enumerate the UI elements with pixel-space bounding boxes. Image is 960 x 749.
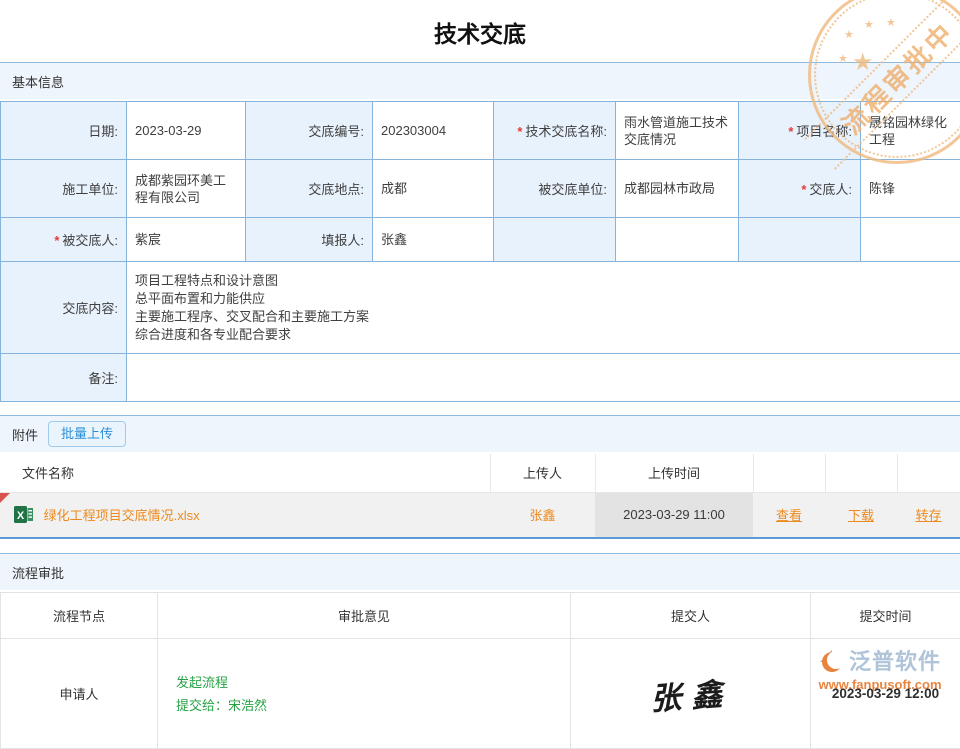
location-value-cell: 成都: [373, 160, 494, 218]
approval-section-title: 流程审批: [12, 563, 64, 582]
batch-upload-button[interactable]: 批量上传: [48, 421, 126, 447]
project-value-cell: 晟铭园林绿化工程: [861, 102, 960, 160]
info-row-2: 施工单位: 成都紫园环美工程有限公司 交底地点: 成都 被交底单位: 成都园林市…: [1, 160, 960, 218]
discloser-value-cell: 陈锋: [861, 160, 960, 218]
download-link[interactable]: 下载: [848, 508, 874, 523]
view-link[interactable]: 查看: [776, 508, 802, 523]
opinion-cell: 发起流程 提交给：宋浩然: [158, 639, 571, 749]
contractor-label-cell: 施工单位:: [1, 160, 127, 218]
info-row-3: *被交底人: 紫宸 填报人: 张鑫: [1, 218, 960, 262]
contractor-value-cell: 成都紫园环美工程有限公司: [127, 160, 246, 218]
view-action-cell: 查看: [753, 492, 825, 538]
filler-value-cell: 张鑫: [373, 218, 494, 262]
disclosure-name-label-cell: *技术交底名称:: [494, 102, 616, 160]
receiving-unit-label-cell: 被交底单位:: [494, 160, 616, 218]
start-flow-link[interactable]: 发起流程: [176, 671, 569, 694]
disclosure-name-value-cell: 雨水管道施工技术交底情况: [616, 102, 739, 160]
info-row-remark: 备注:: [1, 354, 960, 402]
file-name-header: 文件名称: [0, 454, 490, 492]
info-row-1: 日期: 2023-03-29 交底编号: 202303004 *技术交底名称: …: [1, 102, 960, 160]
signature-cell: 张鑫: [571, 639, 811, 749]
page-title: 技术交底: [0, 0, 960, 62]
number-value-cell: 202303004: [373, 102, 494, 160]
empty-label-cell: [494, 218, 616, 262]
uploader-header: 上传人: [490, 454, 595, 492]
save-action-cell: 转存: [897, 492, 960, 538]
svg-text:X: X: [17, 510, 25, 522]
node-cell: 申请人: [1, 639, 158, 749]
info-row-content: 交底内容: 项目工程特点和设计意图 总平面布置和力能供应 主要施工程序、交叉配合…: [1, 262, 960, 354]
receiver-label-cell: *被交底人:: [1, 218, 127, 262]
content-label-cell: 交底内容:: [1, 262, 127, 354]
empty-value-cell: [616, 218, 739, 262]
opinion-header: 审批意见: [158, 593, 571, 639]
submit-time-cell: 2023-03-29 12:00: [811, 639, 960, 749]
location-label-cell: 交底地点:: [246, 160, 373, 218]
attachments-section-title: 附件: [12, 425, 38, 444]
approval-row-applicant: 申请人 发起流程 提交给：宋浩然 张鑫 2023-03-29 12:00: [1, 639, 960, 749]
remark-label-cell: 备注:: [1, 354, 127, 402]
download-action-cell: 下载: [825, 492, 897, 538]
attachments-table: 文件名称 上传人 上传时间 X 绿化工程项目交底情况.xlsx 张鑫: [0, 454, 960, 539]
remark-value-cell: [127, 354, 960, 402]
content-line: 综合进度和各专业配合要求: [135, 326, 952, 344]
filler-label-cell: 填报人:: [246, 218, 373, 262]
node-header: 流程节点: [1, 593, 158, 639]
upload-time-header: 上传时间: [595, 454, 753, 492]
basic-info-section-header: 基本信息: [0, 62, 960, 99]
save-as-link[interactable]: 转存: [915, 508, 941, 523]
content-line: 总平面布置和力能供应: [135, 290, 952, 308]
attachment-file-row: X 绿化工程项目交底情况.xlsx 张鑫 2023-03-29 11:00 查看…: [0, 492, 960, 538]
approval-section-header: 流程审批: [0, 553, 960, 590]
content-value-cell: 项目工程特点和设计意图 总平面布置和力能供应 主要施工程序、交叉配合和主要施工方…: [127, 262, 960, 354]
approval-table: 流程节点 审批意见 提交人 提交时间 申请人 发起流程 提交给：宋浩然 张鑫 2…: [0, 592, 960, 749]
excel-file-icon: X: [14, 505, 33, 524]
basic-info-section-title: 基本信息: [12, 72, 64, 91]
empty-label-cell: [739, 218, 861, 262]
date-value-cell: 2023-03-29: [127, 102, 246, 160]
action-header-empty: [897, 454, 960, 492]
uploader-cell: 张鑫: [490, 492, 595, 538]
submit-time-header: 提交时间: [811, 593, 960, 639]
content-line: 项目工程特点和设计意图: [135, 272, 952, 290]
submit-to-link[interactable]: 提交给：宋浩然: [176, 694, 569, 717]
file-name-cell: X 绿化工程项目交底情况.xlsx: [0, 492, 490, 538]
approval-header-row: 流程节点 审批意见 提交人 提交时间: [1, 593, 960, 639]
required-mark: *: [801, 182, 806, 197]
basic-info-table: 日期: 2023-03-29 交底编号: 202303004 *技术交底名称: …: [0, 101, 960, 402]
number-label-cell: 交底编号:: [246, 102, 373, 160]
required-mark: *: [54, 233, 59, 248]
submitter-header: 提交人: [571, 593, 811, 639]
required-mark: *: [788, 124, 793, 139]
project-label-cell: *项目名称:: [739, 102, 861, 160]
content-line: 主要施工程序、交叉配合和主要施工方案: [135, 308, 952, 326]
attachments-header-row: 文件名称 上传人 上传时间: [0, 454, 960, 492]
attachment-file-link[interactable]: 绿化工程项目交底情况.xlsx: [44, 508, 200, 523]
discloser-label-cell: *交底人:: [739, 160, 861, 218]
upload-time-cell: 2023-03-29 11:00: [595, 492, 753, 538]
attachments-section-header: 附件 批量上传: [0, 415, 960, 452]
required-mark: *: [517, 124, 522, 139]
action-header-empty: [825, 454, 897, 492]
receiving-unit-value-cell: 成都园林市政局: [616, 160, 739, 218]
technical-disclosure-page: 技术交底 基本信息 日期: 2023-03-29 交底编号: 202303004…: [0, 0, 960, 749]
submit-time-text: 2023-03-29 12:00: [832, 686, 939, 701]
empty-value-cell: [861, 218, 960, 262]
receiver-value-cell: 紫宸: [127, 218, 246, 262]
corner-flag-icon: [0, 493, 10, 503]
action-header-empty: [753, 454, 825, 492]
signature-text: 张鑫: [648, 668, 733, 719]
date-label-cell: 日期:: [1, 102, 127, 160]
uploader-name: 张鑫: [529, 508, 555, 523]
